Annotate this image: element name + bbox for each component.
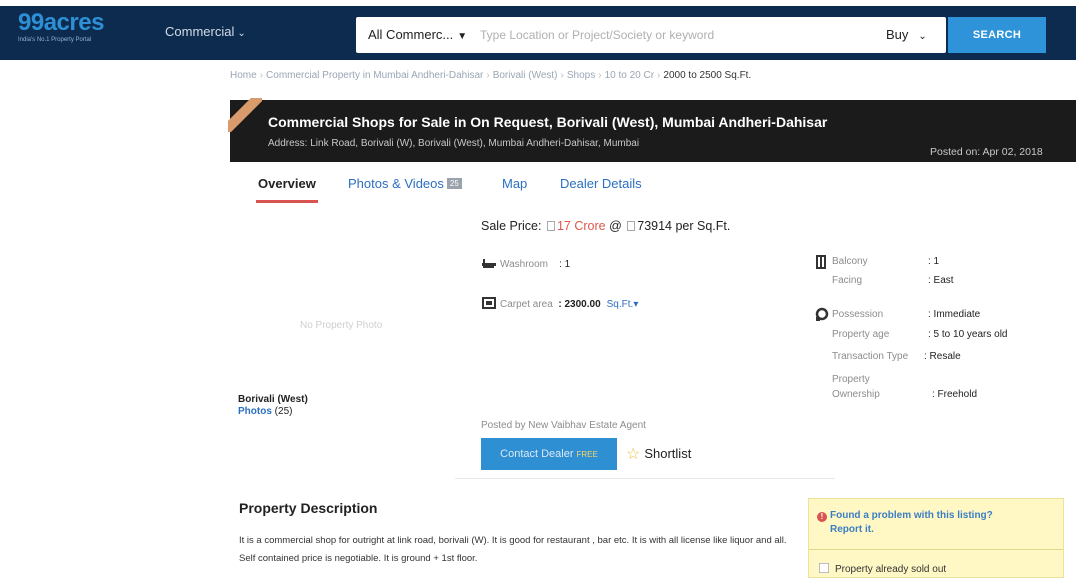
rupee-icon [546,221,555,231]
transaction-label: Buy [886,27,909,42]
washroom-row: Washroom : 1 [500,259,571,270]
chevron-down-icon: ⌄ [918,31,927,42]
property-type-dropdown[interactable]: All Commerc... ▼ [368,27,467,42]
sale-price: Sale Price: 17 Crore @ 73914 per Sq.Ft. [481,219,731,233]
breadcrumb: Home › Commercial Property in Mumbai Andhe… [230,70,752,81]
breadcrumb-home[interactable]: Home [230,70,257,81]
photos-count: (25) [274,406,293,417]
possession-icon [815,307,829,321]
property-type-label: All Commerc... [368,27,454,42]
contact-dealer-button[interactable]: Contact Dealer FREE [481,438,617,470]
balcony-row: Balcony [832,256,868,267]
ownership-value: : Freehold [932,389,978,400]
price-per-sqft: 73914 per Sq.Ft. [637,219,731,233]
search-bar: All Commerc...▼ Buy ⌄ [356,17,946,53]
possession-value: : Immediate [928,309,981,320]
chevron-down-icon: ⌄ [237,28,246,39]
tab-dealer-details[interactable]: Dealer Details [560,176,642,206]
photos-link-row: Photos (25) [238,406,292,417]
shortlist-button[interactable]: ☆ Shortlist [626,444,691,464]
page-title: Commercial Shops for Sale in On Request,… [268,114,828,130]
property-age-value: : 5 to 10 years old [928,329,1008,340]
breadcrumb-commercial-mumbai[interactable]: Commercial Property in Mumbai Andheri-Da… [266,70,483,81]
sold-out-option[interactable]: Property already sold out [819,563,946,575]
possession-row: Possession [832,309,884,320]
carpet-area-row: Carpet area : 2300.00 Sq.Ft.▾ [500,299,639,310]
posted-date: Posted on: Apr 02, 2018 [930,146,1043,158]
carpet-area-value: : 2300.00 [558,299,601,310]
locality-name: Borivali (West) [238,394,308,405]
free-tag: FREE [576,450,598,459]
divider [809,549,1063,550]
property-age-row: Property age [832,329,890,340]
listing-address: Address: Link Road, Borivali (W), Boriva… [268,138,640,149]
washroom-icon [482,259,496,268]
facing-row: Facing [832,275,863,286]
search-button[interactable]: SEARCH [948,17,1046,53]
category-label: Commercial [165,24,235,39]
logo-tagline: India's No.1 Property Portal [18,37,92,43]
posted-by: Posted by New Vaibhav Estate Agent [481,420,646,431]
ownership-row: Property [832,374,870,385]
report-link[interactable]: ! Found a problem with this listing? Repo… [817,509,993,537]
search-input[interactable] [480,23,800,47]
transaction-type-value: : Resale [924,351,961,362]
transaction-type-row: Transaction Type [832,351,909,362]
facing-value: : East [928,275,954,286]
top-navbar: 99acres India's No.1 Property Portal Com… [0,0,1076,62]
tab-photos-videos[interactable]: Photos & Videos 25 [348,176,462,206]
shortlist-label: Shortlist [644,446,692,461]
star-icon: ☆ [626,446,641,463]
category-dropdown[interactable]: Commercial ⌄ [165,24,246,39]
tab-map[interactable]: Map [502,176,527,206]
chevron-down-icon: ▼ [457,31,468,42]
corner-ribbon [228,98,262,132]
site-logo[interactable]: 99acres India's No.1 Property Portal [18,10,138,50]
breadcrumb-borivali[interactable]: Borivali (West) [493,70,558,81]
description-text: It is a commercial shop for outright at … [239,535,787,564]
price-amount: 17 Crore [556,219,606,233]
balcony-value: : 1 [928,256,940,267]
breadcrumb-current: 2000 to 2500 Sq.Ft. [663,70,752,81]
transaction-dropdown[interactable]: Buy ⌄ [886,27,927,42]
logo-text: 99acres [18,9,104,36]
washroom-value: : 1 [559,259,571,270]
balcony-icon [816,255,826,269]
unit-dropdown[interactable]: Sq.Ft.▾ [607,299,639,310]
no-photo-text: No Property Photo [300,320,383,331]
photos-count-badge: 25 [446,178,462,189]
carpet-area-icon [482,297,496,309]
checkbox[interactable] [819,563,829,573]
divider [455,478,835,479]
tab-overview[interactable]: Overview [256,176,318,206]
warning-icon: ! [817,512,827,522]
photos-link[interactable]: Photos [238,406,272,417]
price-label: Sale Price: [481,219,542,233]
report-problem-box: ! Found a problem with this listing? Repo… [808,498,1064,578]
breadcrumb-shops[interactable]: Shops [567,70,595,81]
property-photo-area[interactable] [230,218,480,388]
description-heading: Property Description [239,500,378,516]
rupee-icon [627,221,636,231]
breadcrumb-price-range[interactable]: 10 to 20 Cr [605,70,654,81]
